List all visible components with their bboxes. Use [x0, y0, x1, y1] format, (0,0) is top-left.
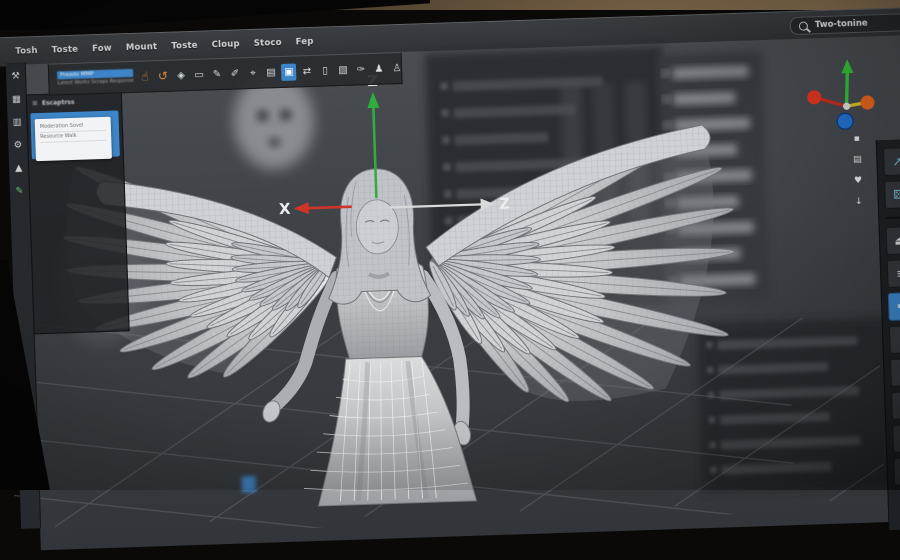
outliner-header: ≡ Escaptrss: [27, 92, 121, 111]
viewport[interactable]: [24, 33, 900, 551]
prism-icon[interactable]: ▲: [11, 160, 26, 175]
outliner-popup: Moderation Sovel Resource Walk: [34, 116, 112, 162]
green-pen-icon[interactable]: ✎: [12, 183, 27, 198]
outliner-panel: ≡ Escaptrss Moderation Sovel Resource Wa…: [25, 91, 130, 335]
trash-icon[interactable]: ▯: [317, 62, 333, 79]
figure-icon[interactable]: ♟: [371, 60, 387, 77]
menu-item[interactable]: Toste: [52, 45, 79, 56]
eject-icon[interactable]: ⏏: [885, 226, 900, 256]
sphere-icon[interactable]: ◉: [892, 423, 900, 453]
search-icon: [798, 20, 809, 31]
hand-down-icon[interactable]: ☟: [888, 325, 900, 354]
download-icon[interactable]: ↓: [852, 196, 866, 208]
knife-icon[interactable]: ✐: [227, 65, 243, 82]
brush-icon[interactable]: ✑: [353, 61, 369, 78]
app-window: ZXZ ToshTosteFowMountTosteCloupStocoFep …: [0, 0, 900, 552]
search-input[interactable]: [812, 16, 900, 32]
link-icon[interactable]: ∞: [890, 358, 900, 387]
pen-tool-icon[interactable]: ✏: [887, 292, 900, 321]
frame-icon[interactable]: ▭: [191, 66, 207, 83]
beads-icon[interactable]: ∴: [891, 391, 900, 420]
toolbar-icons: ☝ ↺ ◈ ▭ ✎ ✐ ⌖ ▤ ▣ ⇄ ▯ ▧ ✑ ♟ ♙: [137, 59, 404, 85]
monitor-bezel: [0, 0, 430, 30]
menu-item[interactable]: Toste: [171, 41, 198, 52]
menu-item[interactable]: Tosh: [15, 46, 38, 57]
gear-icon[interactable]: ⚙: [10, 138, 25, 153]
wrench-icon[interactable]: ⚒: [8, 69, 23, 84]
menus: Tosh Toste Fow Mount Toste Cloup Stoco Fep: [0, 37, 314, 58]
heart-icon[interactable]: ♥: [851, 175, 865, 187]
pan-hand-icon[interactable]: ☝: [137, 68, 153, 85]
lock-icon[interactable]: ◈: [173, 67, 189, 84]
search-box[interactable]: [789, 13, 900, 36]
square-icon[interactable]: ▪: [849, 133, 863, 145]
printer-icon[interactable]: ▤: [850, 154, 864, 166]
folder-icon[interactable]: ▣: [281, 62, 297, 81]
dice-icon[interactable]: ⚄: [884, 180, 900, 210]
menu-item[interactable]: Cloup: [212, 39, 240, 50]
rotate-view-icon[interactable]: ↺: [155, 67, 171, 84]
image-icon[interactable]: ▧: [335, 61, 351, 78]
outliner-title: Escaptrss: [41, 98, 75, 107]
sliders-icon[interactable]: ≡: [886, 259, 900, 288]
menu-item[interactable]: Mount: [126, 42, 158, 53]
more-icon[interactable]: ⋯: [893, 456, 900, 486]
copy-icon[interactable]: ▤: [263, 64, 279, 81]
arrow-ne-icon[interactable]: ↗: [883, 147, 900, 177]
divider: [886, 216, 900, 219]
pen-icon[interactable]: ✎: [209, 65, 225, 82]
breadcrumb-path: Latest Works Scraps Response: [57, 77, 134, 87]
viewport-side-icons: ▪ ▤ ♥ ↓: [845, 133, 869, 209]
target-icon[interactable]: ⌖: [245, 64, 261, 81]
breadcrumb: Preado MMP Latest Works Scraps Response: [49, 67, 138, 90]
mesh-figure-icon[interactable]: ♙: [389, 59, 405, 76]
burger-icon: ≡: [31, 99, 39, 108]
outliner-selected-row[interactable]: Moderation Sovel Resource Walk: [30, 110, 120, 162]
menu-item[interactable]: Stoco: [254, 38, 282, 49]
menu-item[interactable]: Fep: [296, 37, 314, 48]
layout-icon[interactable]: ▥: [9, 115, 24, 130]
grid-icon[interactable]: ▦: [9, 92, 24, 107]
popup-line[interactable]: Resource Walk: [40, 130, 107, 144]
transfer-icon[interactable]: ⇄: [299, 62, 315, 79]
menu-item[interactable]: Fow: [92, 44, 112, 55]
